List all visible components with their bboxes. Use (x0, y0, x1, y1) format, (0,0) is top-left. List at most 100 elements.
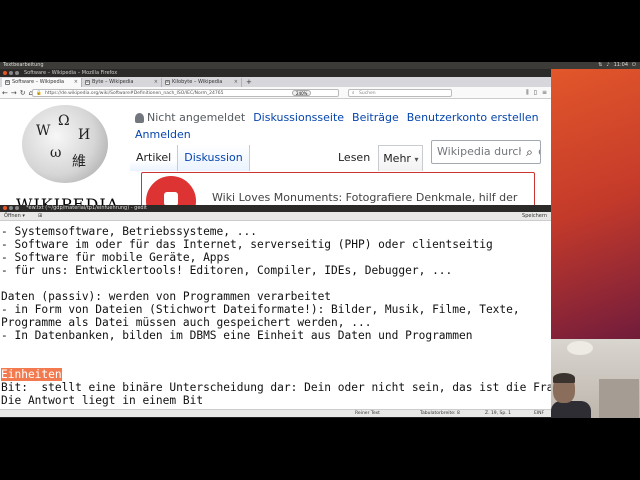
forward-icon[interactable]: → (11, 89, 17, 97)
minimize-window-icon[interactable] (9, 206, 13, 210)
webcam-overlay (551, 339, 640, 418)
desktop-screen: Textbearbeitung ⇅ ♪ 11:04 ⏻ Software – W… (0, 62, 640, 418)
editor-line: - in Form von Dateien (Stichwort Dateifo… (1, 303, 520, 316)
minimize-window-icon[interactable] (9, 71, 13, 75)
firefox-window-title: Software – Wikipedia – Mozilla Firefox (24, 70, 118, 76)
tab-width-selector[interactable]: Tabulatorbreite: 8 (420, 410, 460, 417)
not-logged-in-label: Nicht angemeldet (147, 111, 246, 124)
presenter-shirt (551, 401, 591, 418)
firefox-window: Software – Wikipedia – Mozilla Firefox W… (0, 69, 551, 214)
close-tab-icon[interactable]: × (234, 78, 238, 87)
browser-search-placeholder: Suchen (359, 91, 376, 96)
sound-icon[interactable]: ♪ (606, 62, 609, 69)
browser-search-box[interactable]: ⌕ Suchen (348, 89, 452, 97)
wikipedia-globe-logo-icon[interactable]: W Ω И ω 維 (22, 105, 108, 183)
create-account-link[interactable]: Benutzerkonto erstellen (407, 111, 539, 124)
personal-tools: Nicht angemeldet Diskussionsseite Beiträ… (135, 111, 539, 124)
library-icon[interactable]: ⫼ (526, 89, 529, 97)
talk-link[interactable]: Diskussionsseite (253, 111, 344, 124)
cursor-position: Z. 19, Sp. 1 (485, 411, 511, 416)
gedit-toolbar: Öffnen ▾ ⊞ Speichern (0, 212, 551, 221)
more-menu-button[interactable]: Mehr ▾ (378, 145, 424, 171)
presenter-hair (553, 373, 575, 383)
zoom-indicator[interactable]: 240% (292, 90, 312, 96)
system-tray: ⇅ ♪ 11:04 ⏻ (598, 62, 636, 69)
editor-line: - für uns: Entwicklertools! Editoren, Co… (1, 264, 453, 277)
editor-line: - Software für mobile Geräte, Apps (1, 251, 231, 264)
tab-article[interactable]: Artikel (130, 145, 179, 171)
not-logged-in: Nicht angemeldet (135, 111, 245, 124)
open-button[interactable]: Öffnen ▾ (4, 212, 25, 221)
gedit-window-title: *ew.txt (~/gdp/material/tp1/einfuehrung)… (26, 205, 147, 211)
wikipedia-page: W Ω И ω 維 WIKIPEDIA Nicht angemeldet Dis… (0, 99, 551, 214)
browser-tab-byte[interactable]: W Byte – Wikipedia × (82, 78, 162, 87)
close-window-icon[interactable] (3, 206, 7, 210)
search-icon[interactable]: ⌕ (521, 141, 538, 163)
wikipedia-favicon-icon: W (165, 80, 170, 85)
lamp-shape (567, 341, 593, 355)
gedit-window: *ew.txt (~/gdp/material/tp1/einfuehrung)… (0, 205, 551, 417)
editor-line-heading: Einheiten (1, 368, 62, 381)
close-window-icon[interactable] (3, 71, 7, 75)
reload-icon[interactable]: ↻ (20, 89, 26, 97)
browser-tab-software[interactable]: W Software – Wikipedia × (2, 78, 82, 87)
editor-line: - Systemsoftware, Betriebssysteme, ... (1, 225, 257, 238)
firefox-toolbar: ← → ↻ ⌂ 🔒 https://de.wikipedia.org/wiki/… (0, 87, 551, 99)
url-text: https://de.wikipedia.org/wiki/Software#D… (45, 91, 224, 96)
network-icon[interactable]: ⇅ (598, 62, 602, 69)
editor-line: Bit: stellt eine binäre Unterscheidung d… (1, 381, 551, 394)
active-app-title: Textbearbeitung (3, 62, 44, 68)
maximize-window-icon[interactable] (15, 71, 19, 75)
top-panel: Textbearbeitung ⇅ ♪ 11:04 ⏻ (0, 62, 640, 69)
new-tab-button[interactable]: + (242, 78, 256, 87)
toolbar-icons: ⫼ ▯ ≡ (526, 89, 547, 97)
menu-icon[interactable]: ≡ (542, 89, 547, 97)
insert-mode: EINF (534, 411, 545, 416)
power-icon[interactable]: ⏻ (632, 62, 636, 69)
syntax-mode-selector[interactable]: Reiner Text (355, 410, 380, 417)
editor-line: Daten (passiv): werden von Programmen ve… (1, 290, 332, 303)
namespace-tabs: Artikel Diskussion (130, 145, 250, 171)
text-editor[interactable]: - Systemsoftware, Betriebssysteme, ... -… (0, 225, 551, 412)
tab-discussion[interactable]: Diskussion (178, 145, 250, 171)
search-icon: ⌕ (352, 91, 355, 96)
gedit-titlebar[interactable]: *ew.txt (~/gdp/material/tp1/einfuehrung)… (0, 205, 551, 212)
save-button[interactable]: Speichern (522, 212, 547, 221)
editor-line: - In Datenbanken, bilden im DBMS eine Ei… (1, 329, 473, 342)
close-tab-icon[interactable]: × (154, 78, 158, 87)
browser-tab-label: Byte – Wikipedia (92, 79, 134, 85)
sidebar-icon[interactable]: ▯ (534, 89, 537, 97)
wikipedia-favicon-icon: W (85, 80, 90, 85)
selected-text: Einheiten (1, 368, 62, 381)
contributions-link[interactable]: Beiträge (352, 111, 399, 124)
window-controls (3, 206, 19, 210)
background-shelf (599, 379, 639, 418)
view-tabs: Lesen Mehr ▾ (334, 145, 424, 171)
new-document-icon[interactable]: ⊞ (38, 212, 42, 221)
close-tab-icon[interactable]: × (74, 78, 78, 87)
login-link[interactable]: Anmelden (135, 128, 191, 141)
wikipedia-search-input[interactable]: Wikipedia durchsuchen ⌕ (431, 140, 541, 164)
navigation-buttons: ← → ↻ ⌂ (2, 89, 33, 97)
editor-line: Die Antwort liegt in einem Bit (1, 394, 204, 407)
browser-tab-label: Software – Wikipedia (12, 79, 65, 85)
chevron-down-icon: ▾ (414, 155, 419, 164)
editor-line: - Software im oder für das Internet, ser… (1, 238, 493, 251)
campaign-banner-text: Wiki Loves Monuments: Fotografiere Denkm… (212, 191, 518, 204)
clock[interactable]: 11:04 (614, 62, 628, 69)
editor-line: Programme als Datei müssen auch gespeich… (1, 316, 372, 329)
lock-icon[interactable]: 🔒 (36, 90, 42, 96)
firefox-tab-strip: W Software – Wikipedia × W Byte – Wikipe… (0, 77, 551, 87)
browser-tab-label: Kilobyte – Wikipedia (172, 79, 223, 85)
more-menu-label: Mehr (383, 152, 411, 165)
browser-tab-kilobyte[interactable]: W Kilobyte – Wikipedia × (162, 78, 242, 87)
open-label: Öffnen (4, 213, 21, 219)
back-icon[interactable]: ← (2, 89, 8, 97)
tab-read[interactable]: Lesen (334, 145, 374, 171)
wikipedia-favicon-icon: W (5, 80, 10, 85)
user-icon (135, 112, 144, 123)
maximize-window-icon[interactable] (15, 206, 19, 210)
firefox-titlebar[interactable]: Software – Wikipedia – Mozilla Firefox (0, 69, 551, 77)
window-controls (3, 71, 19, 75)
gedit-statusbar: Reiner Text Tabulatorbreite: 8 Z. 19, Sp… (0, 409, 551, 417)
